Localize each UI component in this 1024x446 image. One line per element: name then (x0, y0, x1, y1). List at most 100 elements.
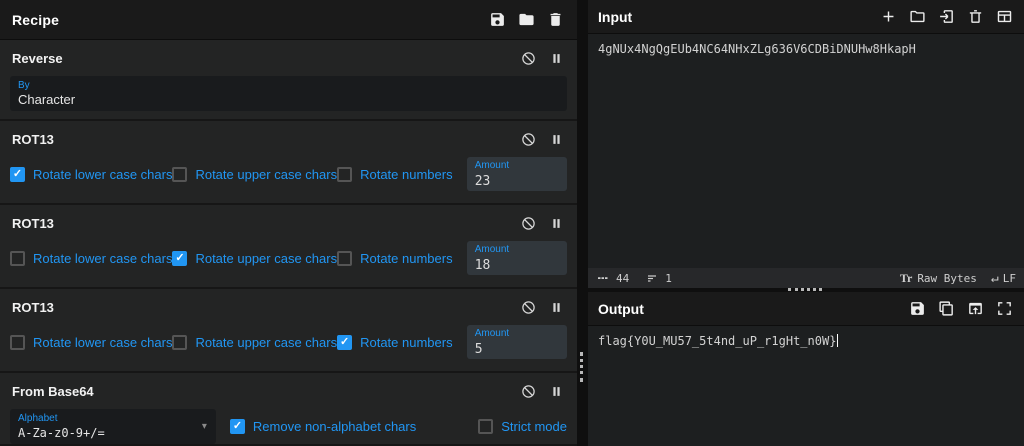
checkbox-rotate-numbers[interactable]: Rotate numbers (337, 167, 467, 182)
input-text: 4gNUx4NgQgEUb4NC64NHxZLg636V6CDBiDNUHw8H… (598, 42, 916, 56)
character-encoding-icon[interactable]: Tr (900, 271, 912, 286)
checkbox-rotate-upper[interactable]: Rotate upper case chars (172, 335, 337, 350)
field-label: Amount (475, 160, 559, 172)
field-value: 23 (475, 174, 491, 189)
checkbox-checked-icon: ✓ (230, 419, 245, 434)
vertical-splitter-handle[interactable] (580, 352, 583, 382)
checkbox-rotate-lower[interactable]: Rotate lower case chars (10, 251, 172, 266)
operation-reverse[interactable]: Reverse By Character (0, 40, 577, 119)
recipe-title-bar: Recipe (0, 0, 577, 40)
checkbox-unchecked-icon (10, 335, 25, 350)
clear-io-trash-icon[interactable] (965, 7, 985, 27)
add-input-tab-icon[interactable] (878, 7, 898, 27)
operation-header[interactable]: ROT13 (10, 289, 567, 320)
checkbox-remove-non-alphabet[interactable]: ✓ Remove non-alphabet chars (230, 419, 416, 434)
recipe-operation-list: Reverse By Character (0, 40, 577, 446)
checkbox-rotate-numbers[interactable]: Rotate numbers (337, 251, 467, 266)
operation-header[interactable]: ROT13 (10, 121, 567, 152)
ingredient-row: ✓ Rotate lower case chars Rotate upper c… (10, 157, 567, 191)
checkbox-unchecked-icon (478, 419, 493, 434)
vertical-splitter[interactable] (577, 0, 588, 446)
breakpoint-pause-icon[interactable] (547, 298, 565, 316)
io-column: Input 4gNUx4NgQgEUb4NC64NHxZLg636V6CDBiD… (588, 0, 1024, 446)
horizontal-splitter[interactable] (588, 288, 1024, 292)
field-label: By (18, 80, 559, 91)
ingredient-row: Rotate lower case chars ✓ Rotate upper c… (10, 241, 567, 275)
base64-alphabet-select[interactable]: Alphabet A-Za-z0-9+/= ▾ (10, 409, 216, 444)
breakpoint-pause-icon[interactable] (547, 49, 565, 67)
line-count-icon (645, 271, 661, 285)
checkbox-rotate-numbers[interactable]: ✓ Rotate numbers (337, 335, 467, 350)
clear-recipe-trash-icon[interactable] (545, 10, 565, 30)
disable-operation-icon[interactable] (519, 214, 537, 232)
horizontal-splitter-handle[interactable] (788, 288, 822, 291)
input-title-bar: Input (588, 0, 1024, 34)
checkbox-unchecked-icon (172, 335, 187, 350)
chevron-down-icon: ▾ (202, 421, 207, 432)
line-ending-value[interactable]: LF (1003, 272, 1016, 285)
operation-from-base64[interactable]: From Base64 Alphabet A-Za-z0-9+/= ▾ (0, 373, 577, 444)
disable-operation-icon[interactable] (519, 382, 537, 400)
checkbox-checked-icon: ✓ (337, 335, 352, 350)
breakpoint-pause-icon[interactable] (547, 214, 565, 232)
rot13-amount-input[interactable]: Amount 5 (467, 325, 567, 359)
checkbox-rotate-lower[interactable]: Rotate lower case chars (10, 335, 172, 350)
character-count: 44 (616, 272, 629, 285)
rot13-amount-input[interactable]: Amount 23 (467, 157, 567, 191)
field-value: Character (18, 92, 75, 107)
save-recipe-icon[interactable] (487, 10, 507, 30)
checkbox-checked-icon: ✓ (172, 251, 187, 266)
operation-rot13-2[interactable]: ROT13 Rotate lower case chars ✓ (0, 205, 577, 287)
ingredient-row: Rotate lower case chars Rotate upper cas… (10, 325, 567, 359)
maximise-output-icon[interactable] (994, 299, 1014, 319)
recipe-pane: Recipe Reverse (0, 0, 577, 446)
text-cursor (837, 334, 838, 347)
character-encoding-value[interactable]: Raw Bytes (917, 272, 977, 285)
field-value: 5 (475, 342, 483, 357)
operation-name: ROT13 (12, 216, 54, 231)
copy-output-icon[interactable] (936, 299, 956, 319)
ingredient-row: Alphabet A-Za-z0-9+/= ▾ ✓ Remove non-alp… (10, 409, 567, 444)
checkbox-rotate-upper[interactable]: Rotate upper case chars (172, 167, 337, 182)
open-file-as-input-icon[interactable] (936, 7, 956, 27)
operation-header[interactable]: ROT13 (10, 205, 567, 236)
rot13-amount-input[interactable]: Amount 18 (467, 241, 567, 275)
output-title-bar: Output (588, 292, 1024, 326)
load-recipe-folder-icon[interactable] (516, 10, 536, 30)
field-label: Amount (475, 244, 559, 256)
operation-name: ROT13 (12, 300, 54, 315)
output-textarea[interactable]: flag{Y0U_MU57_5t4nd_uP_r1gHt_n0W} (588, 326, 1024, 446)
checkbox-strict-mode[interactable]: Strict mode (478, 419, 567, 434)
breakpoint-pause-icon[interactable] (547, 130, 565, 148)
operation-header[interactable]: From Base64 (10, 373, 567, 404)
disable-operation-icon[interactable] (519, 130, 537, 148)
operation-name: ROT13 (12, 132, 54, 147)
save-output-icon[interactable] (907, 299, 927, 319)
field-value: A-Za-z0-9+/= (18, 426, 105, 440)
output-text: flag{Y0U_MU57_5t4nd_uP_r1gHt_n0W} (598, 334, 836, 348)
checkbox-unchecked-icon (337, 167, 352, 182)
output-title: Output (598, 301, 644, 317)
checkbox-unchecked-icon (172, 167, 187, 182)
breakpoint-pause-icon[interactable] (547, 382, 565, 400)
line-count: 1 (665, 272, 672, 285)
checkbox-unchecked-icon (337, 251, 352, 266)
line-ending-return-icon[interactable]: ↵ (991, 271, 999, 286)
disable-operation-icon[interactable] (519, 298, 537, 316)
replace-input-with-output-icon[interactable] (965, 299, 985, 319)
operation-header[interactable]: Reverse (10, 40, 567, 71)
character-count-icon (596, 271, 612, 285)
open-folder-icon[interactable] (907, 7, 927, 27)
checkbox-rotate-lower[interactable]: ✓ Rotate lower case chars (10, 167, 172, 182)
reverse-by-select[interactable]: By Character (10, 76, 567, 111)
input-textarea[interactable]: 4gNUx4NgQgEUb4NC64NHxZLg636V6CDBiDNUHw8H… (588, 34, 1024, 268)
operation-name: Reverse (12, 51, 63, 66)
input-tab-layout-icon[interactable] (994, 7, 1014, 27)
disable-operation-icon[interactable] (519, 49, 537, 67)
operation-rot13-3[interactable]: ROT13 Rotate lower case chars (0, 289, 577, 371)
field-label: Alphabet (18, 413, 208, 424)
checkbox-rotate-upper[interactable]: ✓ Rotate upper case chars (172, 251, 337, 266)
operation-name: From Base64 (12, 384, 94, 399)
checkbox-checked-icon: ✓ (10, 167, 25, 182)
operation-rot13-1[interactable]: ROT13 ✓ Rotate lower case chars (0, 121, 577, 203)
